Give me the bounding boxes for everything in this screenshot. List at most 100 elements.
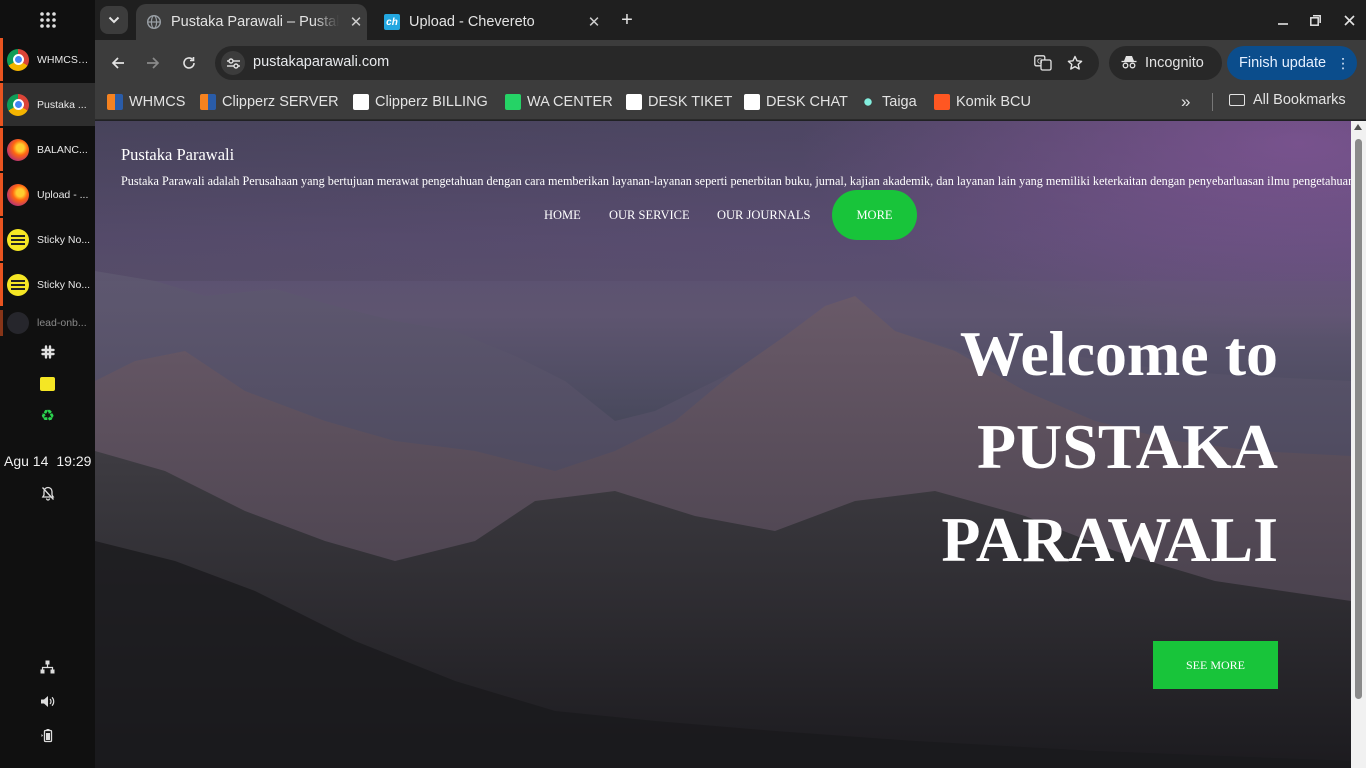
bookmark-label: Clipperz BILLING [375, 94, 488, 110]
close-window-button[interactable] [1336, 8, 1362, 32]
see-more-button[interactable]: SEE MORE [1153, 641, 1278, 689]
bookmark-clipperz-billing[interactable]: Clipperz BILLING [353, 92, 488, 112]
finish-update-label: Finish update [1239, 55, 1327, 71]
battery-icon[interactable] [0, 723, 95, 747]
url-text: pustakaparawali.com [253, 54, 390, 70]
translate-icon[interactable]: G [1033, 53, 1053, 73]
dock-window-label: WHMCS - ... [37, 53, 91, 66]
bookmark-komik-bcu[interactable]: Komik BCU [934, 92, 1031, 112]
firefox-icon [7, 183, 29, 206]
volume-icon[interactable] [0, 689, 95, 713]
dock-window-label: Sticky No... [37, 278, 91, 291]
nav-more-button[interactable]: MORE [832, 190, 917, 240]
bookmark-desk-tiket[interactable]: DESK TIKET [626, 92, 732, 112]
tab-upload-chevereto[interactable]: ch Upload - Chevereto ✕ [374, 4, 605, 40]
dock-window-whmcs[interactable]: WHMCS - ... [0, 38, 95, 81]
dock-window-upload[interactable]: Upload - ... [0, 173, 95, 216]
tune-icon [226, 57, 240, 69]
tab-close-icon[interactable]: ✕ [347, 13, 365, 31]
bookmark-label: DESK CHAT [766, 94, 848, 110]
dock-window-label: lead-onb... [37, 317, 87, 329]
sticky-notes-icon [7, 273, 29, 296]
minimize-button[interactable] [1270, 8, 1296, 32]
whatsapp-favicon-icon [505, 94, 521, 110]
clock-date: Agu 14 [4, 453, 49, 469]
clock-time: 19:29 [56, 453, 92, 469]
chevron-down-icon [108, 16, 120, 24]
reload-icon [183, 57, 195, 69]
bookmark-taiga[interactable]: Taiga [860, 92, 917, 112]
bookmark-clipperz-server[interactable]: Clipperz SERVER [200, 92, 339, 112]
address-bar[interactable]: pustakaparawali.com G [215, 46, 1099, 80]
scroll-up-arrow-icon[interactable] [1354, 124, 1362, 130]
app-grid-icon [39, 12, 56, 28]
dock-window-label: Upload - ... [37, 188, 89, 201]
dock-window-label: Pustaka ... [37, 98, 87, 111]
globe-icon [146, 14, 162, 30]
app-icon [7, 312, 29, 334]
desk-favicon-icon [744, 94, 760, 110]
hero-heading: Welcome to PUSTAKA PARAWALI [941, 307, 1278, 586]
tab-close-icon[interactable]: ✕ [585, 13, 603, 31]
restore-button[interactable] [1302, 8, 1328, 32]
tab-pustaka[interactable]: Pustaka Parawali – Pustaka Parawali ✕ [136, 4, 367, 40]
ubuntu-dock: WHMCS - ... Pustaka ... BALANC... Upload… [0, 0, 95, 768]
clock[interactable]: Agu 14 19:29 [4, 453, 91, 469]
scroll-thumb[interactable] [1355, 139, 1362, 699]
back-button[interactable] [104, 49, 132, 77]
chrome-icon [7, 93, 29, 116]
bookmarks-overflow-chevron-icon[interactable]: » [1181, 92, 1190, 112]
dock-window-balance[interactable]: BALANC... [0, 128, 95, 171]
incognito-icon [1121, 55, 1137, 72]
bookmark-label: WHMCS [129, 94, 186, 110]
tab-search-button[interactable] [100, 6, 128, 34]
site-info-button[interactable] [221, 51, 245, 75]
taiga-favicon-icon [860, 94, 876, 110]
bookmark-label: WA CENTER [527, 94, 613, 110]
dock-window-pustaka[interactable]: Pustaka ... [0, 83, 95, 126]
notifications-muted-icon[interactable] [0, 481, 95, 505]
tab-title: Pustaka Parawali – Pustaka Parawali [171, 14, 339, 30]
bookmark-star-icon[interactable] [1065, 53, 1085, 73]
chrome-icon [7, 48, 29, 71]
dock-window-lead[interactable]: lead-onb... [0, 310, 95, 336]
forward-button[interactable] [139, 49, 167, 77]
recycle-icon[interactable]: ♻ [0, 404, 95, 428]
nav-our-journals[interactable]: OUR JOURNALS [717, 208, 810, 223]
bookmark-whmcs[interactable]: WHMCS [107, 92, 185, 112]
folder-icon [1229, 94, 1245, 106]
nav-home[interactable]: HOME [544, 208, 581, 223]
hero-line: PUSTAKA [976, 411, 1278, 482]
bookmark-desk-chat[interactable]: DESK CHAT [744, 92, 848, 112]
bookmark-label: Komik BCU [956, 94, 1031, 110]
bookmark-label: Clipperz SERVER [222, 94, 339, 110]
chevereto-favicon-icon: ch [384, 14, 400, 30]
clipperz-favicon-icon [353, 94, 369, 110]
more-vert-icon: ⋮ [1336, 54, 1351, 71]
incognito-indicator[interactable]: Incognito [1109, 46, 1222, 80]
show-apps-button[interactable] [0, 0, 95, 40]
bookmark-label: Taiga [882, 94, 917, 110]
page-scrollbar[interactable] [1351, 121, 1366, 768]
nav-our-service[interactable]: OUR SERVICE [609, 208, 690, 223]
finish-update-button[interactable]: Finish update ⋮ [1227, 46, 1357, 80]
bookmark-wa-center[interactable]: WA CENTER [505, 92, 613, 112]
slack-icon[interactable] [0, 340, 95, 364]
incognito-label: Incognito [1145, 55, 1204, 71]
all-bookmarks-button[interactable]: All Bookmarks [1229, 92, 1346, 108]
arrow-right-icon [147, 57, 160, 69]
bookmark-label: DESK TIKET [648, 94, 733, 110]
reload-button[interactable] [175, 49, 203, 77]
site-title[interactable]: Pustaka Parawali [121, 145, 234, 165]
network-icon[interactable] [0, 655, 95, 679]
new-tab-button[interactable]: + [615, 8, 639, 32]
all-bookmarks-label: All Bookmarks [1253, 92, 1346, 108]
svg-text:G: G [1037, 58, 1042, 66]
dock-window-sticky-2[interactable]: Sticky No... [0, 263, 95, 306]
browser-window: Pustaka Parawali – Pustaka Parawali ✕ ch… [95, 0, 1366, 768]
dock-window-sticky-1[interactable]: Sticky No... [0, 218, 95, 261]
bookmarks-bar: WHMCS Clipperz SERVER Clipperz BILLING W… [95, 84, 1366, 120]
clipperz-favicon-icon [200, 94, 216, 110]
site-description: Pustaka Parawali adalah Perusahaan yang … [121, 174, 1351, 188]
sticky-notes-icon[interactable] [0, 372, 95, 396]
